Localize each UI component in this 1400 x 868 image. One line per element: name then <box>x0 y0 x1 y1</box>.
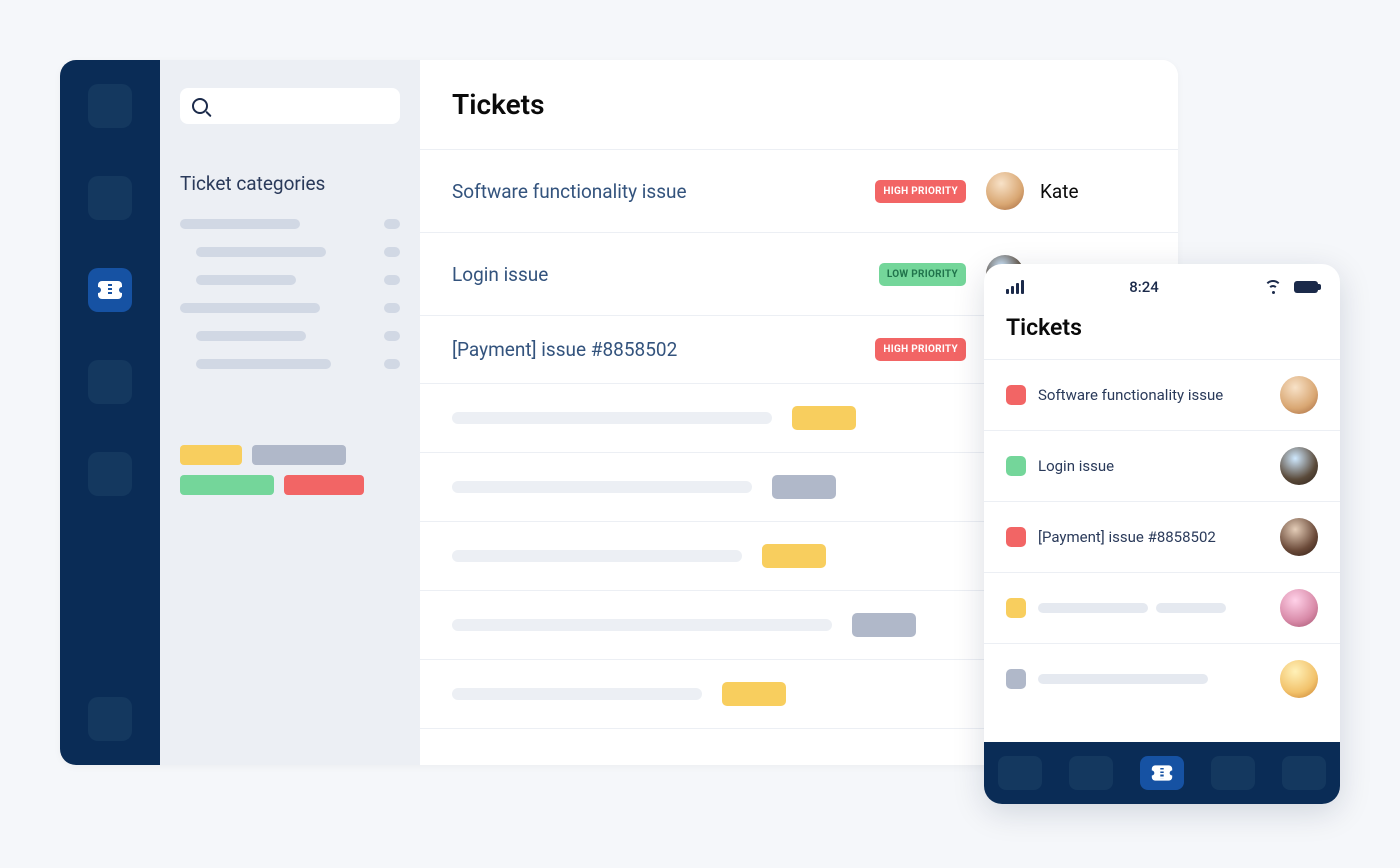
mobile-nav-item[interactable] <box>1282 756 1326 790</box>
mobile-title: Tickets <box>1006 314 1318 341</box>
skeleton-text <box>452 412 772 424</box>
category-item[interactable] <box>180 219 400 229</box>
priority-chip <box>1006 456 1026 476</box>
mobile-nav-item[interactable] <box>1069 756 1113 790</box>
clock: 8:24 <box>1129 278 1159 296</box>
avatar <box>1280 376 1318 414</box>
ticket-title: Software functionality issue <box>452 180 855 203</box>
tag-filters <box>180 445 400 495</box>
mobile-nav-item[interactable] <box>998 756 1042 790</box>
skeleton-badge <box>772 475 836 499</box>
mobile-nav-item[interactable] <box>1211 756 1255 790</box>
page-title: Tickets <box>452 88 1146 121</box>
category-item[interactable] <box>180 331 400 341</box>
assignee-name: Kate <box>1040 180 1079 203</box>
priority-chip <box>1006 527 1026 547</box>
nav-item-tickets[interactable] <box>88 268 132 312</box>
mobile-bottom-nav <box>984 742 1340 804</box>
skeleton-text <box>452 688 702 700</box>
main-header: Tickets <box>420 60 1178 149</box>
tag-red[interactable] <box>284 475 364 495</box>
category-item[interactable] <box>180 359 400 369</box>
mobile-header: Tickets <box>984 306 1340 359</box>
item-title: Login issue <box>1038 457 1268 475</box>
list-item[interactable] <box>984 643 1340 714</box>
skeleton-text <box>452 619 832 631</box>
status-bar: 8:24 <box>984 264 1340 306</box>
skeleton-badge <box>852 613 916 637</box>
avatar <box>1280 589 1318 627</box>
battery-icon <box>1294 281 1318 293</box>
ticket-row[interactable]: Software functionality issue HIGH PRIORI… <box>420 149 1178 232</box>
tag-green[interactable] <box>180 475 274 495</box>
ticket-title: [Payment] issue #8858502 <box>452 338 855 361</box>
ticket-icon <box>1152 765 1172 780</box>
search-input[interactable] <box>180 88 400 124</box>
assignee: Kate <box>986 172 1146 210</box>
list-item[interactable]: Login issue <box>984 430 1340 501</box>
category-item[interactable] <box>180 247 400 257</box>
navigation-rail <box>60 60 160 765</box>
nav-item-2[interactable] <box>88 176 132 220</box>
skeleton-text <box>452 550 742 562</box>
category-item[interactable] <box>180 303 400 313</box>
item-title: Software functionality issue <box>1038 386 1268 404</box>
priority-badge: HIGH PRIORITY <box>875 180 966 203</box>
nav-item-4[interactable] <box>88 360 132 404</box>
list-item[interactable]: Software functionality issue <box>984 359 1340 430</box>
categories-header: Ticket categories <box>180 172 400 195</box>
skeleton-text <box>452 481 752 493</box>
nav-item-bottom[interactable] <box>88 697 132 741</box>
priority-badge: LOW PRIORITY <box>879 263 966 286</box>
skeleton-badge <box>762 544 826 568</box>
tag-gray[interactable] <box>252 445 346 465</box>
list-item[interactable] <box>984 572 1340 643</box>
avatar <box>986 172 1024 210</box>
priority-badge: HIGH PRIORITY <box>875 338 966 361</box>
signal-icon <box>1006 280 1024 294</box>
tag-yellow[interactable] <box>180 445 242 465</box>
priority-chip <box>1006 598 1026 618</box>
mobile-window: 8:24 Tickets Software functionality issu… <box>984 264 1340 804</box>
sidebar: Ticket categories <box>160 60 420 765</box>
nav-item-1[interactable] <box>88 84 132 128</box>
avatar <box>1280 447 1318 485</box>
mobile-nav-item-tickets[interactable] <box>1140 756 1184 790</box>
list-item[interactable]: [Payment] issue #8858502 <box>984 501 1340 572</box>
priority-chip <box>1006 385 1026 405</box>
wifi-icon <box>1264 280 1282 294</box>
nav-item-5[interactable] <box>88 452 132 496</box>
skeleton-badge <box>792 406 856 430</box>
item-title: [Payment] issue #8858502 <box>1038 528 1268 546</box>
avatar <box>1280 518 1318 556</box>
ticket-icon <box>98 281 122 299</box>
ticket-title: Login issue <box>452 263 859 286</box>
category-item[interactable] <box>180 275 400 285</box>
search-icon <box>192 98 208 114</box>
skeleton-badge <box>722 682 786 706</box>
priority-chip <box>1006 669 1026 689</box>
avatar <box>1280 660 1318 698</box>
